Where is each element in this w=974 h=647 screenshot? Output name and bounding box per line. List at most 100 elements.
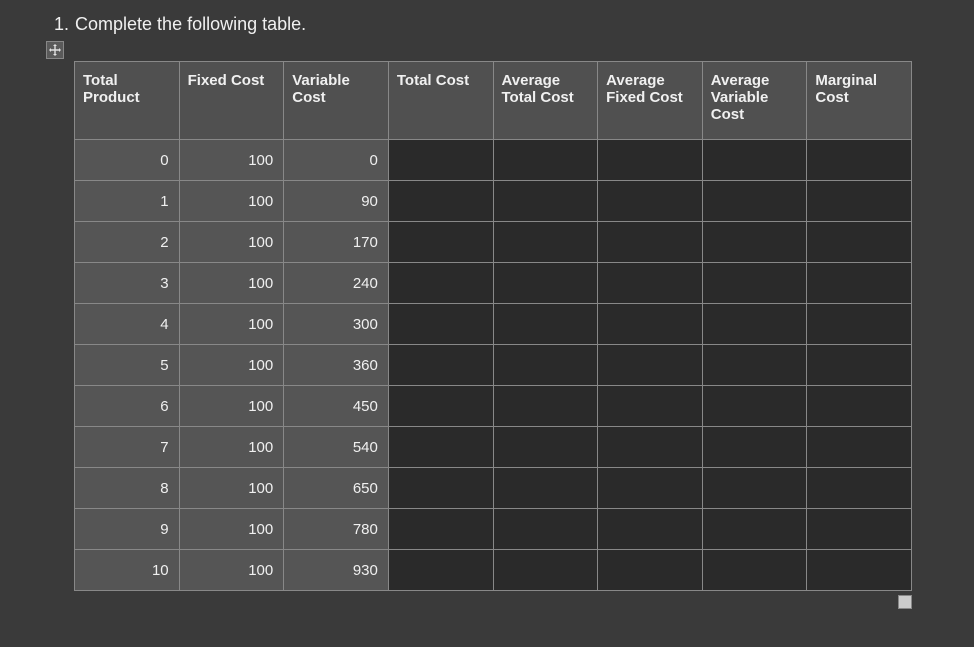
table-row: 110090: [75, 181, 912, 222]
cell-fixed-cost: 100: [179, 222, 284, 263]
cell-total-cost[interactable]: [388, 509, 493, 550]
cost-table: Total Product Fixed Cost Variable Cost T…: [74, 61, 912, 591]
cell-avg-total-cost[interactable]: [493, 509, 598, 550]
table-row: 2100170: [75, 222, 912, 263]
cell-avg-variable-cost[interactable]: [702, 304, 807, 345]
cell-avg-fixed-cost[interactable]: [598, 222, 703, 263]
cell-avg-total-cost[interactable]: [493, 263, 598, 304]
question-text: Complete the following table.: [75, 14, 306, 35]
cell-variable-cost: 780: [284, 509, 389, 550]
header-avg-variable-cost: Average Variable Cost: [702, 62, 807, 140]
cell-marginal-cost[interactable]: [807, 222, 912, 263]
cell-total-product: 10: [75, 550, 180, 591]
cell-avg-fixed-cost[interactable]: [598, 468, 703, 509]
table-row: 4100300: [75, 304, 912, 345]
cell-variable-cost: 0: [284, 140, 389, 181]
cell-fixed-cost: 100: [179, 304, 284, 345]
cell-avg-fixed-cost[interactable]: [598, 386, 703, 427]
cell-fixed-cost: 100: [179, 140, 284, 181]
cell-marginal-cost[interactable]: [807, 304, 912, 345]
cell-total-cost[interactable]: [388, 181, 493, 222]
cell-marginal-cost[interactable]: [807, 427, 912, 468]
cell-variable-cost: 540: [284, 427, 389, 468]
cell-marginal-cost[interactable]: [807, 263, 912, 304]
cell-avg-variable-cost[interactable]: [702, 222, 807, 263]
cell-variable-cost: 240: [284, 263, 389, 304]
cell-avg-variable-cost[interactable]: [702, 427, 807, 468]
cell-avg-variable-cost[interactable]: [702, 509, 807, 550]
cell-avg-variable-cost[interactable]: [702, 386, 807, 427]
cell-marginal-cost[interactable]: [807, 468, 912, 509]
cell-avg-fixed-cost[interactable]: [598, 304, 703, 345]
cell-total-product: 3: [75, 263, 180, 304]
table-row: 10100930: [75, 550, 912, 591]
cell-avg-variable-cost[interactable]: [702, 550, 807, 591]
cell-avg-fixed-cost[interactable]: [598, 140, 703, 181]
cell-avg-total-cost[interactable]: [493, 345, 598, 386]
question-number: 1.: [54, 14, 69, 35]
cell-avg-total-cost[interactable]: [493, 181, 598, 222]
cell-avg-total-cost[interactable]: [493, 468, 598, 509]
cell-variable-cost: 300: [284, 304, 389, 345]
cell-fixed-cost: 100: [179, 427, 284, 468]
cell-avg-total-cost[interactable]: [493, 386, 598, 427]
header-fixed-cost: Fixed Cost: [179, 62, 284, 140]
cell-avg-total-cost[interactable]: [493, 550, 598, 591]
header-variable-cost: Variable Cost: [284, 62, 389, 140]
cell-avg-total-cost[interactable]: [493, 427, 598, 468]
cell-fixed-cost: 100: [179, 550, 284, 591]
cell-total-product: 1: [75, 181, 180, 222]
cell-total-cost[interactable]: [388, 427, 493, 468]
cell-avg-variable-cost[interactable]: [702, 345, 807, 386]
table-row: 8100650: [75, 468, 912, 509]
cell-avg-variable-cost[interactable]: [702, 468, 807, 509]
cell-avg-total-cost[interactable]: [493, 304, 598, 345]
cell-avg-fixed-cost[interactable]: [598, 181, 703, 222]
cell-avg-fixed-cost[interactable]: [598, 263, 703, 304]
header-marginal-cost: Marginal Cost: [807, 62, 912, 140]
table-row: 01000: [75, 140, 912, 181]
cell-avg-fixed-cost[interactable]: [598, 550, 703, 591]
question-heading: 1. Complete the following table.: [54, 14, 954, 35]
cell-avg-fixed-cost[interactable]: [598, 509, 703, 550]
cell-avg-total-cost[interactable]: [493, 222, 598, 263]
table-row: 9100780: [75, 509, 912, 550]
cell-total-cost[interactable]: [388, 468, 493, 509]
cell-fixed-cost: 100: [179, 345, 284, 386]
cell-marginal-cost[interactable]: [807, 509, 912, 550]
cell-marginal-cost[interactable]: [807, 345, 912, 386]
cell-marginal-cost[interactable]: [807, 140, 912, 181]
cell-total-product: 9: [75, 509, 180, 550]
cell-total-cost[interactable]: [388, 345, 493, 386]
cell-variable-cost: 450: [284, 386, 389, 427]
cell-total-cost[interactable]: [388, 140, 493, 181]
cell-avg-total-cost[interactable]: [493, 140, 598, 181]
table-row: 6100450: [75, 386, 912, 427]
table-header-row: Total Product Fixed Cost Variable Cost T…: [75, 62, 912, 140]
cell-total-product: 0: [75, 140, 180, 181]
cell-total-cost[interactable]: [388, 263, 493, 304]
cell-total-cost[interactable]: [388, 550, 493, 591]
cell-fixed-cost: 100: [179, 263, 284, 304]
cell-avg-variable-cost[interactable]: [702, 140, 807, 181]
cell-marginal-cost[interactable]: [807, 386, 912, 427]
cell-marginal-cost[interactable]: [807, 181, 912, 222]
cell-avg-variable-cost[interactable]: [702, 181, 807, 222]
cell-variable-cost: 90: [284, 181, 389, 222]
cell-fixed-cost: 100: [179, 468, 284, 509]
resize-handle-icon[interactable]: [898, 595, 912, 609]
cell-total-cost[interactable]: [388, 386, 493, 427]
cell-variable-cost: 360: [284, 345, 389, 386]
header-avg-fixed-cost: Average Fixed Cost: [598, 62, 703, 140]
cell-total-cost[interactable]: [388, 304, 493, 345]
cell-variable-cost: 170: [284, 222, 389, 263]
cell-avg-fixed-cost[interactable]: [598, 345, 703, 386]
cell-marginal-cost[interactable]: [807, 550, 912, 591]
move-icon[interactable]: [46, 41, 64, 59]
cell-avg-fixed-cost[interactable]: [598, 427, 703, 468]
cell-total-cost[interactable]: [388, 222, 493, 263]
cell-avg-variable-cost[interactable]: [702, 263, 807, 304]
cell-variable-cost: 930: [284, 550, 389, 591]
header-avg-total-cost: Average Total Cost: [493, 62, 598, 140]
table-row: 7100540: [75, 427, 912, 468]
